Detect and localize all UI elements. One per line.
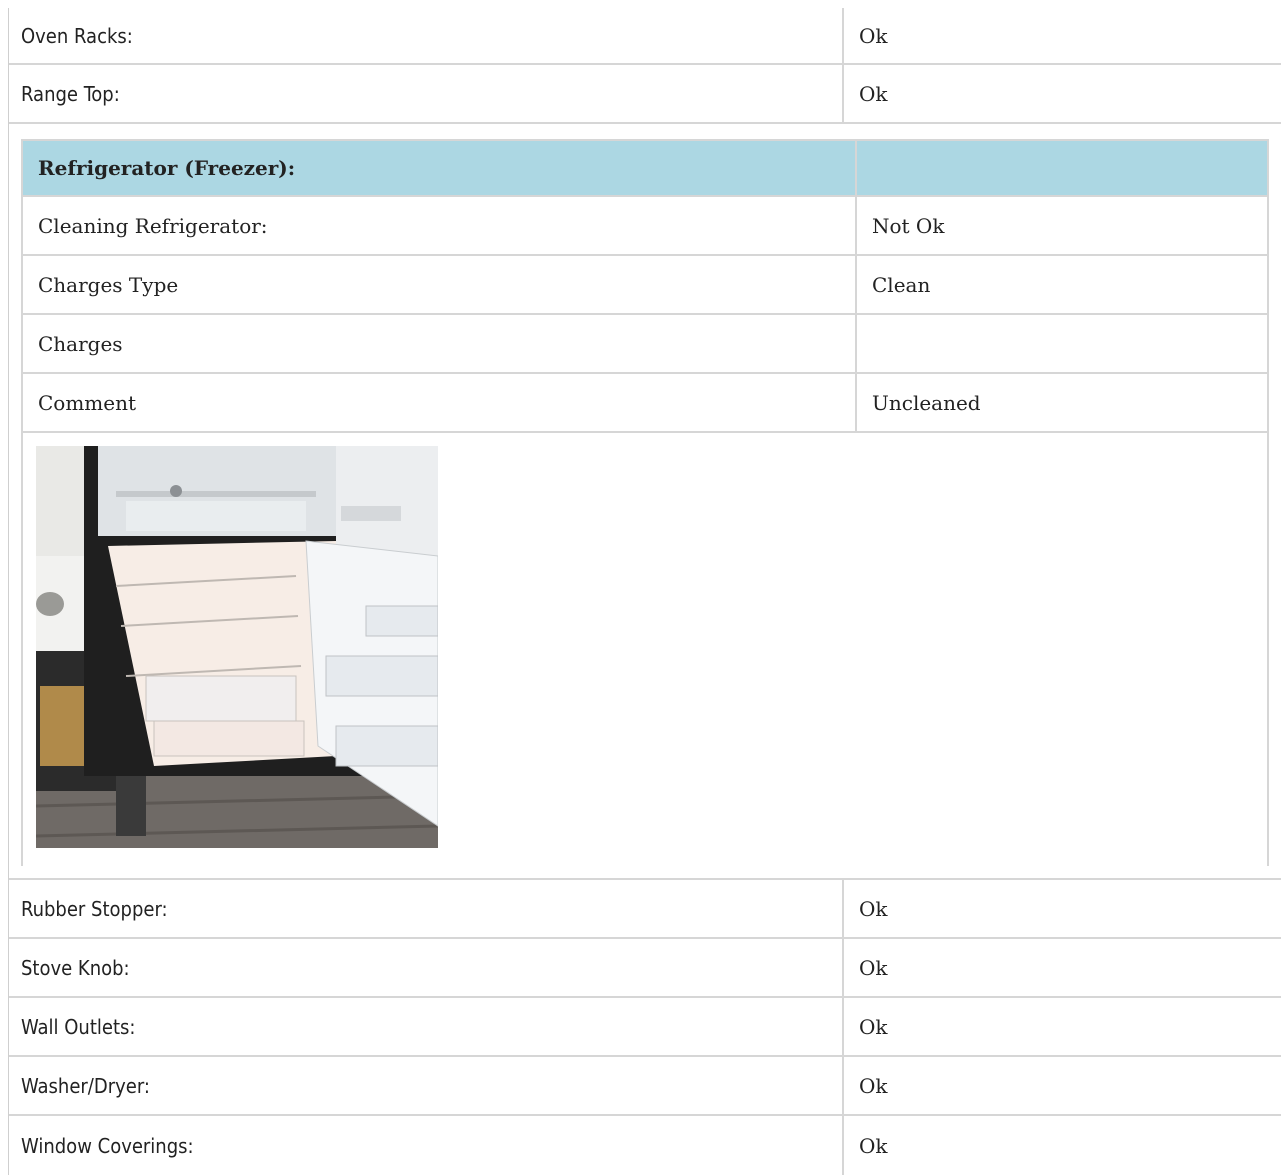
row-label: Charges Type — [23, 256, 857, 313]
section-header: Refrigerator (Freezer): — [23, 139, 1267, 197]
table-row: Wall Outlets: Ok — [9, 998, 1281, 1057]
refrigerator-section: Refrigerator (Freezer): Cleaning Refrige… — [9, 124, 1281, 880]
table-row: Rubber Stopper: Ok — [9, 880, 1281, 939]
refrigerator-subtable: Refrigerator (Freezer): Cleaning Refrige… — [21, 139, 1269, 866]
row-value: Not Ok — [872, 213, 945, 238]
row-value — [857, 315, 1267, 372]
row-value: Ok — [859, 81, 888, 106]
row-value: Clean — [872, 272, 931, 297]
row-label: Window Coverings: — [9, 1116, 844, 1175]
row-label: Stove Knob: — [9, 939, 844, 996]
table-row: Oven Racks: Ok — [9, 8, 1281, 65]
row-label: Washer/Dryer: — [9, 1057, 844, 1114]
row-value: Ok — [859, 955, 888, 980]
row-label: Cleaning Refrigerator: — [23, 197, 857, 254]
section-title: Refrigerator (Freezer): — [23, 141, 857, 195]
refrigerator-photo[interactable] — [36, 446, 438, 848]
table-row: Range Top: Ok — [9, 65, 1281, 124]
table-row: Comment Uncleaned — [23, 374, 1267, 433]
row-label: Comment — [23, 374, 857, 431]
section-title-value — [857, 141, 1267, 195]
row-value: Ok — [859, 1133, 888, 1158]
table-row: Washer/Dryer: Ok — [9, 1057, 1281, 1116]
table-row: Charges Type Clean — [23, 256, 1267, 315]
inspection-table: Oven Racks: Ok Range Top: Ok Refrigerato… — [8, 8, 1281, 1175]
row-value: Ok — [859, 1073, 888, 1098]
table-row: Stove Knob: Ok — [9, 939, 1281, 998]
row-value: Ok — [859, 1014, 888, 1039]
row-value: Ok — [859, 896, 888, 921]
table-row: Window Coverings: Ok — [9, 1116, 1281, 1175]
table-row: Cleaning Refrigerator: Not Ok — [23, 197, 1267, 256]
row-label: Charges — [23, 315, 857, 372]
row-value: Ok — [859, 23, 888, 48]
row-label: Wall Outlets: — [9, 998, 844, 1055]
row-label: Oven Racks: — [9, 8, 844, 63]
table-row: Charges — [23, 315, 1267, 374]
row-label: Range Top: — [9, 65, 844, 122]
row-value: Uncleaned — [872, 390, 981, 415]
row-label: Rubber Stopper: — [9, 880, 844, 937]
